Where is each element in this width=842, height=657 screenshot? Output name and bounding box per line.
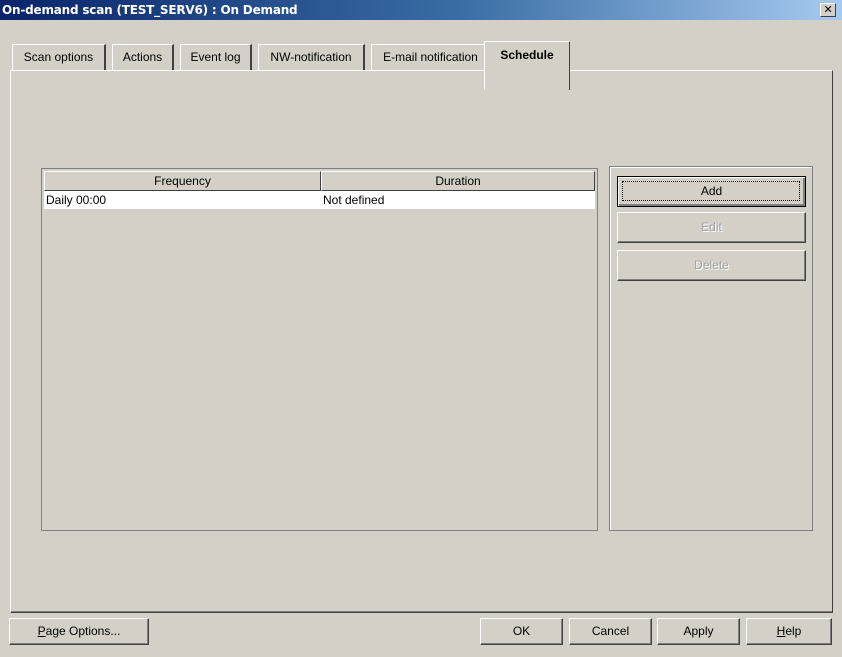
tab-label: Scan options — [23, 50, 94, 64]
tab-email-notification[interactable]: E-mail notification — [371, 44, 491, 71]
cancel-button[interactable]: Cancel — [569, 618, 652, 645]
column-label: Duration — [435, 174, 481, 188]
help-button[interactable]: Help — [746, 618, 832, 645]
tab-schedule[interactable]: Schedule — [484, 41, 570, 90]
tab-nw-notification[interactable]: NW-notification — [258, 44, 365, 71]
window-titlebar: On-demand scan (TEST_SERV6) : On Demand … — [0, 0, 842, 20]
delete-button-label: Delete — [694, 258, 729, 272]
page-options-button[interactable]: Page Options... — [9, 618, 149, 645]
column-header-duration[interactable]: Duration — [321, 171, 595, 191]
focus-rectangle — [622, 181, 800, 201]
cancel-button-label: Cancel — [591, 624, 630, 638]
tab-label: Actions — [122, 50, 163, 64]
edit-button-label: Edit — [701, 220, 722, 234]
tab-label: Event log — [190, 50, 241, 64]
schedule-list[interactable]: Frequency Duration Daily 00:00 Not defin… — [41, 168, 598, 531]
tab-label: E-mail notification — [383, 50, 478, 64]
apply-button-label: Apply — [683, 624, 714, 638]
window-title: On-demand scan (TEST_SERV6) : On Demand — [2, 3, 298, 17]
page-options-label: age Options... — [45, 624, 121, 638]
frequency-cell: Daily 00:00 — [46, 193, 107, 207]
duration-cell: Not defined — [323, 193, 385, 207]
add-button[interactable]: Add — [617, 176, 806, 207]
delete-button[interactable]: Delete — [617, 250, 806, 281]
apply-button[interactable]: Apply — [657, 618, 740, 645]
page-options-accelerator: P — [37, 624, 46, 638]
tab-label: NW-notification — [270, 50, 352, 64]
column-label: Frequency — [154, 174, 211, 188]
ok-button[interactable]: OK — [480, 618, 563, 645]
help-button-label: elp — [785, 624, 802, 638]
tab-scan-options[interactable]: Scan options — [12, 44, 106, 71]
tab-label: Schedule — [500, 48, 554, 62]
close-button[interactable]: ✕ — [820, 3, 836, 17]
edit-button[interactable]: Edit — [617, 212, 806, 243]
close-icon: ✕ — [823, 3, 833, 16]
column-header-frequency[interactable]: Frequency — [44, 171, 321, 191]
tab-event-log[interactable]: Event log — [180, 44, 252, 71]
table-row[interactable]: Daily 00:00 Not defined — [44, 191, 595, 209]
tab-actions[interactable]: Actions — [112, 44, 174, 71]
ok-button-label: OK — [512, 624, 531, 638]
